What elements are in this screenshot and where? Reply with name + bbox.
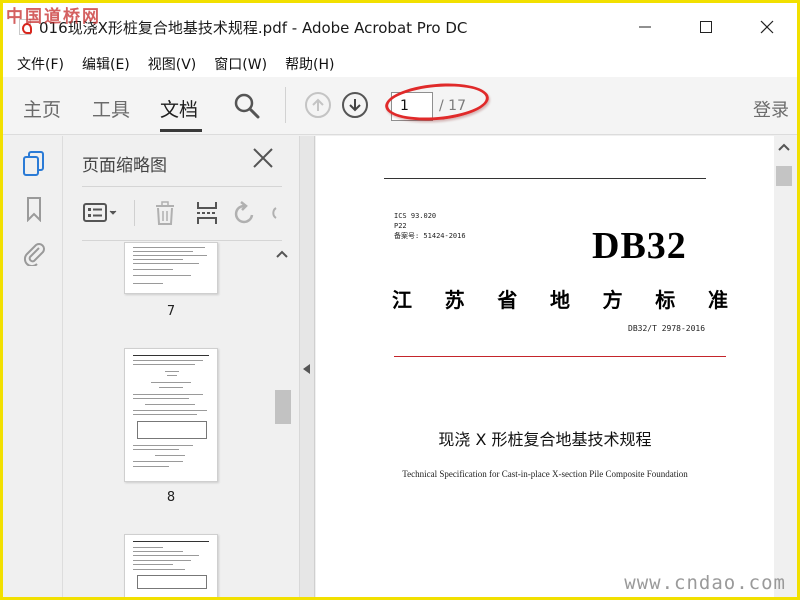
thumbnail-list[interactable]: 7 8 <box>64 242 298 597</box>
panel-title: 页面缩略图 <box>82 156 167 176</box>
thumbnail-options-icon <box>83 203 117 222</box>
meta-category: P22 <box>394 222 407 230</box>
scrollbar-thumb[interactable] <box>776 166 792 186</box>
scroll-up-icon[interactable] <box>276 248 288 262</box>
page-thumbnails-icon <box>23 151 44 176</box>
heading-char: 地 <box>549 288 570 312</box>
search-icon <box>234 93 260 119</box>
meta-record-number: 备案号: 51424-2016 <box>394 232 466 240</box>
close-icon <box>253 148 273 168</box>
tab-document[interactable]: 文档 <box>160 95 198 122</box>
next-page-button[interactable] <box>342 92 368 118</box>
maximize-button[interactable] <box>675 3 736 51</box>
minimize-button[interactable] <box>614 3 675 51</box>
collapse-left-icon <box>303 364 310 374</box>
scroll-up-icon[interactable] <box>778 142 790 155</box>
toolbar-separator <box>285 87 286 123</box>
page-thumbnails-button[interactable] <box>21 150 47 176</box>
heading-char: 苏 <box>444 288 465 312</box>
heading-char: 准 <box>707 288 728 312</box>
arrow-up-circle-icon <box>312 98 324 111</box>
tab-tools[interactable]: 工具 <box>92 95 130 122</box>
close-button[interactable] <box>736 3 797 51</box>
minimize-icon <box>638 26 651 28</box>
title-bar: 016现浇X形桩复合地基技术规程.pdf - Adobe Acrobat Pro… <box>3 3 797 51</box>
panel-tool-separator <box>134 200 135 226</box>
active-tab-indicator <box>160 129 202 132</box>
thumbnail-options-button[interactable] <box>82 200 122 226</box>
rotate-page-icon <box>234 201 254 224</box>
tab-home[interactable]: 主页 <box>23 95 61 122</box>
heading-char: 江 <box>392 288 412 312</box>
page-thumbnail-8[interactable] <box>124 348 218 482</box>
attachment-icon <box>23 243 45 268</box>
meta-ics: ICS 93.020 <box>394 212 437 220</box>
document-view[interactable]: ICS 93.020 P22 备案号: 51424-2016 DB32 江 苏 … <box>316 136 774 597</box>
bookmark-icon <box>27 197 41 223</box>
more-tools-indicator[interactable] <box>268 200 278 226</box>
toolbar: 主页 工具 文档 1 / 17 登录 <box>3 77 797 135</box>
menu-help[interactable]: 帮助(H) <box>285 54 334 74</box>
page-number-label: 7 <box>166 304 176 319</box>
partial-tool-icon <box>272 207 277 219</box>
menu-window[interactable]: 窗口(W) <box>214 54 267 74</box>
menu-view[interactable]: 视图(V) <box>148 54 197 74</box>
panel-toolbar <box>82 196 292 230</box>
arrow-down-circle-icon <box>349 99 361 112</box>
document-meta: ICS 93.020 P22 备案号: 51424-2016 <box>394 211 466 241</box>
page-thumbnail-9[interactable] <box>124 534 218 597</box>
delete-page-button[interactable] <box>152 200 178 226</box>
close-icon <box>760 20 773 34</box>
menu-bar: 文件(F) 编辑(E) 视图(V) 窗口(W) 帮助(H) <box>3 51 797 77</box>
panel-collapse-handle[interactable] <box>299 136 315 597</box>
header-rule <box>384 178 706 179</box>
insert-page-button[interactable] <box>194 200 220 226</box>
previous-page-button[interactable] <box>305 92 331 118</box>
document-title-chinese: 现浇 X 形桩复合地基技术规程 <box>438 430 652 449</box>
thumbnail-scrollbar[interactable] <box>273 242 293 597</box>
bookmarks-button[interactable] <box>21 196 47 223</box>
delete-page-icon <box>156 201 174 225</box>
thumbnail-panel: 页面缩略图 7 8 <box>64 136 298 597</box>
window-title: 016现浇X形桩复合地基技术规程.pdf - Adobe Acrobat Pro… <box>39 18 468 37</box>
watermark-url: www.cndao.com <box>624 572 786 594</box>
watermark-logo: 中国道桥网 <box>6 7 101 27</box>
scrollbar-thumb[interactable] <box>275 390 291 424</box>
panel-divider <box>82 240 282 241</box>
standard-code: DB32 <box>592 225 687 267</box>
navigation-rail <box>3 136 63 597</box>
heading-char: 标 <box>655 288 676 312</box>
document-scrollbar[interactable] <box>774 136 794 597</box>
page-number-label: 8 <box>166 490 176 505</box>
menu-edit[interactable]: 编辑(E) <box>82 54 130 74</box>
rotate-page-button[interactable] <box>232 200 258 226</box>
page-thumbnail-7[interactable] <box>124 242 218 294</box>
menu-file[interactable]: 文件(F) <box>17 54 64 74</box>
maximize-icon <box>699 21 712 33</box>
red-divider <box>394 356 726 357</box>
document-title-english: Technical Specification for Cast-in-plac… <box>402 469 688 479</box>
login-button[interactable]: 登录 <box>753 96 789 122</box>
panel-close-button[interactable] <box>252 146 274 176</box>
standard-number: DB32/T 2978-2016 <box>628 324 706 333</box>
highlight-annotation <box>383 79 491 125</box>
heading-char: 方 <box>602 288 623 312</box>
window-controls <box>614 3 797 51</box>
standard-type-heading: 江 苏 省 地 方 标 准 <box>392 284 728 313</box>
attachments-button[interactable] <box>21 240 47 268</box>
panel-divider <box>82 186 282 187</box>
search-button[interactable] <box>233 92 261 120</box>
insert-page-icon <box>197 202 217 224</box>
heading-char: 省 <box>497 288 518 312</box>
